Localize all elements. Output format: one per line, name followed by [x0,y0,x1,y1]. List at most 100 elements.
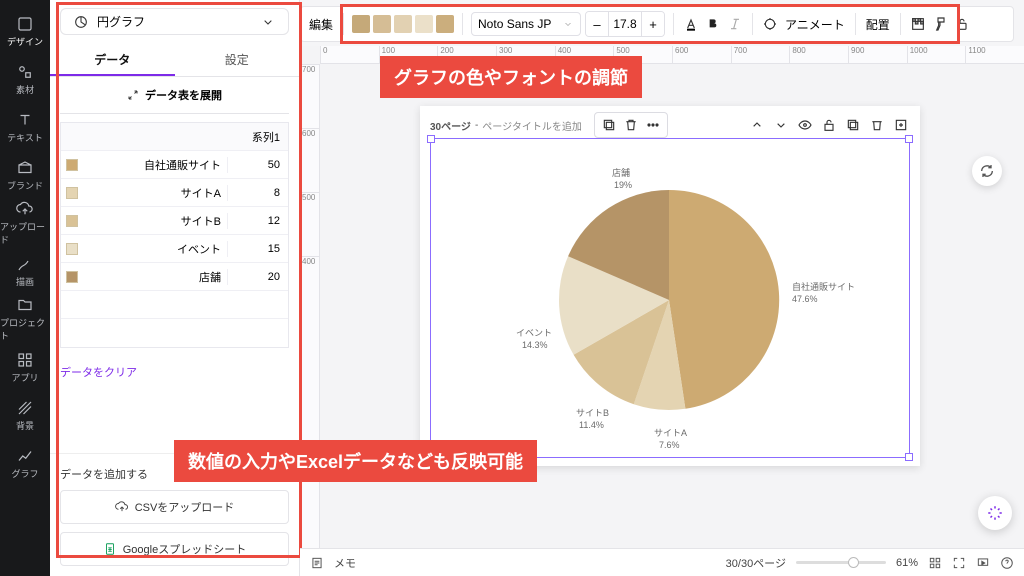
svg-text:19%: 19% [614,180,632,190]
copy-icon[interactable] [844,116,862,134]
present-icon[interactable] [976,556,990,570]
expand-icon [127,89,139,101]
text-color-button[interactable] [682,15,700,33]
lock-icon[interactable] [820,116,838,134]
collapse-icon[interactable] [748,116,766,134]
add-data-section: データを追加する CSVをアップロード Googleスプレッドシート [50,453,299,576]
expand-table-button[interactable]: データ表を展開 [60,77,289,114]
page-right-tools [748,116,910,134]
ruler-vertical: 700600500400 [300,64,320,548]
swatch[interactable] [415,15,433,33]
table-row[interactable]: 店舗20 [61,263,288,291]
chevron-down-icon [562,18,574,30]
nav-background[interactable]: 背景 [0,392,50,438]
table-row[interactable]: イベント15 [61,235,288,263]
nav-projects[interactable]: プロジェクト [0,296,50,342]
page-inline-tools [594,112,668,138]
size-minus-button[interactable]: – [586,12,608,36]
notes-icon[interactable] [310,556,324,570]
size-plus-button[interactable]: + [642,12,664,36]
fullscreen-icon[interactable] [952,556,966,570]
svg-text:11.4%: 11.4% [579,420,604,430]
nav-text[interactable]: テキスト [0,104,50,150]
notes-button[interactable]: メモ [334,555,356,571]
chart-side-panel: 円グラフ データ 設定 データ表を展開 系列1 自社通販サイト50 サイトA8 … [50,0,300,576]
position-button[interactable]: 配置 [864,16,892,33]
svg-text:店舗: 店舗 [612,167,630,178]
zoom-value[interactable]: 61% [896,557,918,569]
nav-apps[interactable]: アプリ [0,344,50,390]
swatch[interactable] [352,15,370,33]
svg-text:サイトA: サイトA [654,428,687,438]
duplicate-icon[interactable] [600,116,618,134]
data-table[interactable]: 系列1 自社通販サイト50 サイトA8 サイトB12 イベント15 店舗20 [60,122,289,348]
svg-text:自社通販サイト: 自社通販サイト [792,281,855,292]
zoom-slider[interactable] [796,561,886,564]
table-row[interactable]: サイトA8 [61,179,288,207]
panel-tabs: データ 設定 [50,43,299,77]
more-icon[interactable] [644,116,662,134]
table-header: 系列1 [61,123,288,151]
font-select[interactable]: Noto Sans JP [471,12,581,36]
color-swatches[interactable] [352,15,454,33]
grid-view-icon[interactable] [928,556,942,570]
left-nav: デザイン 素材 テキスト ブランド アップロード 描画 プロジェクト アプリ 背… [0,0,50,576]
table-row[interactable]: 自社通販サイト50 [61,151,288,179]
edit-button[interactable]: 編集 [307,16,335,33]
pie-icon [73,14,89,30]
gsheet-label: Googleスプレッドシート [123,541,246,557]
cloud-upload-icon [115,500,129,514]
nav-graph[interactable]: グラフ [0,440,50,486]
lock-button[interactable] [953,15,971,33]
copy-style-button[interactable] [931,15,949,33]
svg-text:サイトB: サイトB [576,408,609,418]
sheets-icon [103,542,117,556]
footer-bar: メモ 30/30ページ 61% [300,548,1024,576]
chevron-down-icon [260,14,276,30]
swatch[interactable] [394,15,412,33]
svg-text:47.6%: 47.6% [792,294,818,304]
size-input[interactable] [608,12,642,36]
animate-icon[interactable] [761,15,779,33]
bold-button[interactable] [704,15,722,33]
svg-text:14.3%: 14.3% [522,340,548,350]
nav-draw[interactable]: 描画 [0,248,50,294]
transparency-button[interactable] [909,15,927,33]
add-page-icon[interactable] [892,116,910,134]
magic-fab[interactable] [978,496,1012,530]
upload-csv-button[interactable]: CSVをアップロード [60,490,289,524]
move-up-icon[interactable] [772,116,790,134]
italic-button[interactable] [726,15,744,33]
clear-data-link[interactable]: データをクリア [50,356,299,388]
chart-type-select[interactable]: 円グラフ [60,8,289,35]
font-name: Noto Sans JP [478,17,551,31]
animate-button[interactable]: アニメート [783,16,847,33]
hide-icon[interactable] [796,116,814,134]
nav-upload[interactable]: アップロード [0,200,50,246]
add-data-label: データを追加する [60,466,289,482]
nav-design[interactable]: デザイン [0,8,50,54]
swatch[interactable] [436,15,454,33]
page-indicator[interactable]: 30/30ページ [726,555,786,571]
svg-text:7.6%: 7.6% [659,440,680,450]
tab-data[interactable]: データ [50,43,175,76]
help-icon[interactable] [1000,556,1014,570]
tab-settings[interactable]: 設定 [175,43,300,76]
google-sheets-button[interactable]: Googleスプレッドシート [60,532,289,566]
nav-elements[interactable]: 素材 [0,56,50,102]
refresh-button[interactable] [972,156,1002,186]
delete-icon[interactable] [868,116,886,134]
font-size-stepper[interactable]: – + [585,11,665,37]
swatch[interactable] [373,15,391,33]
pie-chart[interactable]: 自社通販サイト 47.6% サイトA 7.6% サイトB 11.4% イベント … [454,150,884,450]
table-row[interactable]: サイトB12 [61,207,288,235]
nav-brand[interactable]: ブランド [0,152,50,198]
table-row[interactable] [61,291,288,319]
canvas-area[interactable]: 010020030040050060070080090010001100 700… [300,46,1024,548]
page-title-placeholder[interactable]: ページタイトルを追加 [482,118,582,133]
trash-icon[interactable] [622,116,640,134]
svg-text:イベント: イベント [516,328,552,338]
series-header[interactable]: 系列1 [228,129,288,145]
table-row[interactable] [61,319,288,347]
ruler-horizontal: 010020030040050060070080090010001100 [320,46,1024,64]
